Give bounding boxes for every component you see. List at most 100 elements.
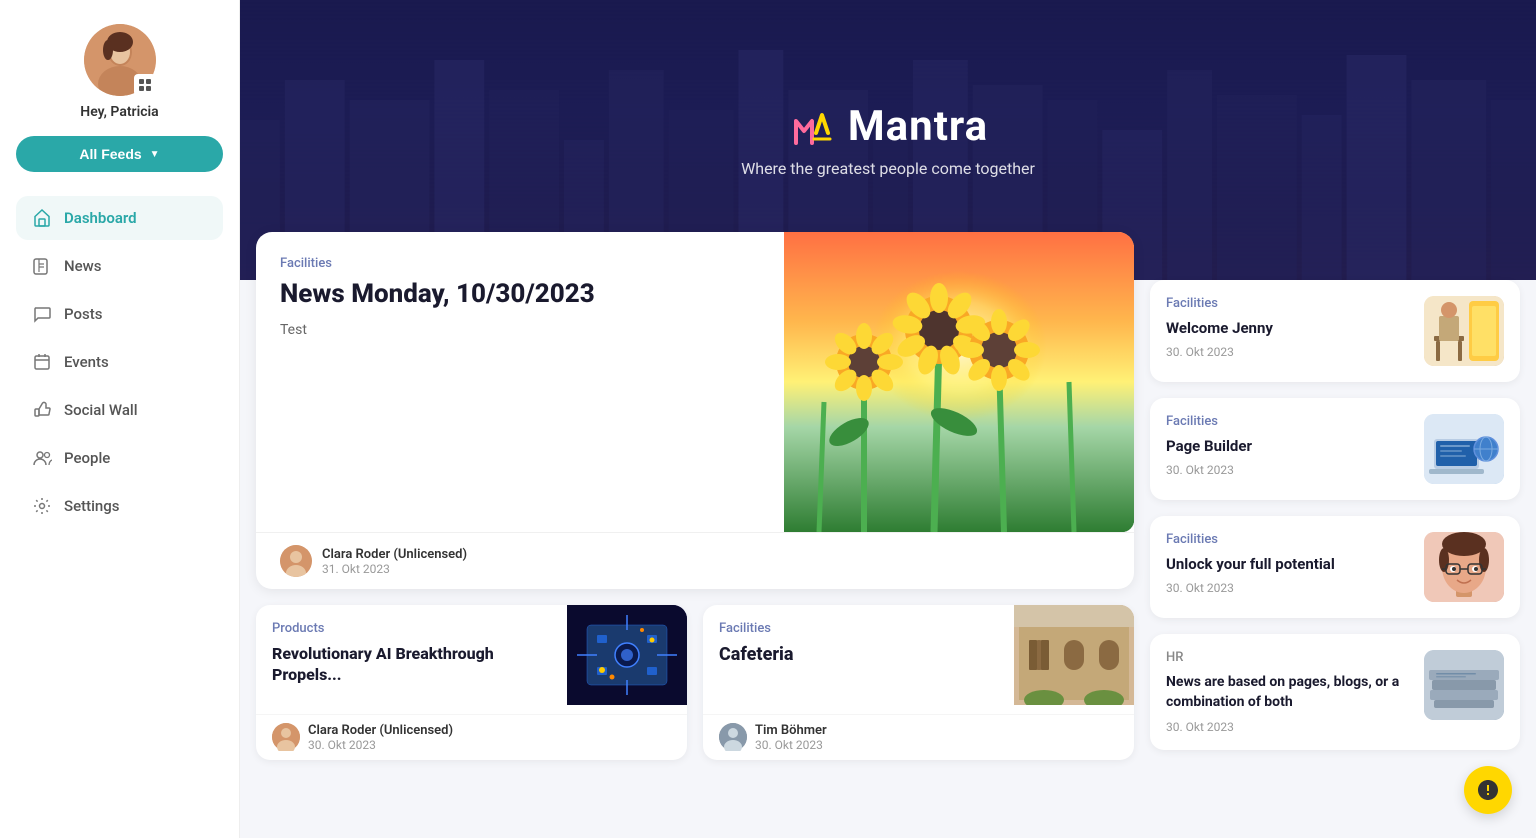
people-icon [32, 448, 52, 468]
side-card-potential-info: Facilities Unlock your full potential 30… [1166, 532, 1412, 595]
main-content: Mantra Where the greatest people come to… [240, 0, 1536, 838]
side-card-potential-date: 30. Okt 2023 [1166, 581, 1412, 595]
sidebar-item-news[interactable]: News [16, 244, 223, 288]
hero-subtitle: Where the greatest people come together [741, 159, 1035, 178]
featured-card-title: News Monday, 10/30/2023 [280, 279, 760, 310]
small-card-ai-image [567, 605, 687, 705]
side-card-potential-image [1424, 532, 1504, 602]
small-card-ai[interactable]: Products Revolutionary AI Breakthrough P… [256, 605, 687, 760]
featured-card-image [784, 232, 1134, 532]
side-card-pagebuilder-info: Facilities Page Builder 30. Okt 2023 [1166, 414, 1412, 477]
grid-icon[interactable] [134, 74, 156, 96]
small-card-cafeteria-category: Facilities [719, 621, 998, 636]
featured-author-name: Clara Roder (Unlicensed) [322, 547, 467, 562]
small-card-cafeteria-avatar [719, 723, 747, 751]
side-card-welcome-title: Welcome Jenny [1166, 319, 1412, 337]
sidebar-item-dashboard-label: Dashboard [64, 209, 137, 227]
hero-logo-row: Mantra [788, 102, 988, 151]
small-card-cafeteria-date: 30. Okt 2023 [755, 738, 827, 752]
small-card-ai-category: Products [272, 621, 551, 636]
featured-author-avatar [280, 545, 312, 577]
small-card-ai-avatar [272, 723, 300, 751]
chat-icon [32, 304, 52, 324]
sidebar-item-dashboard[interactable]: Dashboard [16, 196, 223, 240]
cafeteria-svg [1014, 605, 1134, 705]
side-card-pagebuilder-date: 30. Okt 2023 [1166, 463, 1412, 477]
small-card-ai-title: Revolutionary AI Breakthrough Propels... [272, 644, 551, 686]
featured-card-desc: Test [280, 322, 760, 338]
fab-button[interactable] [1464, 766, 1512, 814]
side-card-news[interactable]: HR News are based on pages, blogs, or a … [1150, 634, 1520, 750]
side-card-potential[interactable]: Facilities Unlock your full potential 30… [1150, 516, 1520, 618]
small-card-cafeteria-footer: Tim Böhmer 30. Okt 2023 [703, 714, 1134, 760]
featured-card-info: Facilities News Monday, 10/30/2023 Test [256, 232, 784, 532]
small-card-ai-content: Products Revolutionary AI Breakthrough P… [256, 605, 687, 714]
side-card-welcome-info: Facilities Welcome Jenny 30. Okt 2023 [1166, 296, 1412, 359]
sidebar-item-events[interactable]: Events [16, 340, 223, 384]
hero-content: Mantra Where the greatest people come to… [741, 102, 1035, 178]
side-card-news-title: News are based on pages, blogs, or a com… [1166, 673, 1412, 712]
thumbsup-icon [32, 400, 52, 420]
featured-card[interactable]: Facilities News Monday, 10/30/2023 Test [256, 232, 1134, 589]
hero-title: Mantra [848, 102, 988, 151]
welcome-svg [1424, 296, 1504, 366]
sidebar-item-posts[interactable]: Posts [16, 292, 223, 336]
sunflower-svg [784, 232, 1134, 532]
mantra-logo-icon [788, 103, 836, 151]
calendar-icon [32, 352, 52, 372]
small-card-cafeteria[interactable]: Facilities Cafeteria [703, 605, 1134, 760]
home-icon [32, 208, 52, 228]
side-card-welcome-date: 30. Okt 2023 [1166, 345, 1412, 359]
side-card-pagebuilder-category: Facilities [1166, 414, 1412, 429]
side-card-pagebuilder[interactable]: Facilities Page Builder 30. Okt 2023 [1150, 398, 1520, 500]
side-card-welcome[interactable]: Facilities Welcome Jenny 30. Okt 2023 [1150, 280, 1520, 382]
small-card-cafeteria-info: Facilities Cafeteria [703, 605, 1014, 714]
featured-author-date: 31. Okt 2023 [322, 562, 467, 576]
right-column: Facilities Welcome Jenny 30. Okt 2023 [1150, 232, 1520, 822]
side-card-potential-category: Facilities [1166, 532, 1412, 547]
small-card-ai-footer: Clara Roder (Unlicensed) 30. Okt 2023 [256, 714, 687, 760]
sidebar-item-social-wall[interactable]: Social Wall [16, 388, 223, 432]
side-card-welcome-image [1424, 296, 1504, 366]
book-icon [32, 256, 52, 276]
small-card-cafeteria-image [1014, 605, 1134, 705]
user-greeting: Hey, Patricia [80, 104, 158, 120]
sidebar-item-social-wall-label: Social Wall [64, 401, 138, 419]
side-card-pagebuilder-image [1424, 414, 1504, 484]
sidebar-item-events-label: Events [64, 353, 109, 371]
sidebar: Hey, Patricia All Feeds ▼ Dashboard News [0, 0, 240, 838]
side-card-welcome-category: Facilities [1166, 296, 1412, 311]
grid-icon-svg [138, 78, 152, 92]
featured-card-footer: Clara Roder (Unlicensed) 31. Okt 2023 [256, 532, 1134, 589]
side-card-pagebuilder-title: Page Builder [1166, 437, 1412, 455]
small-card-ai-author-info: Clara Roder (Unlicensed) 30. Okt 2023 [308, 723, 453, 752]
small-card-ai-author-name: Clara Roder (Unlicensed) [308, 723, 453, 738]
feeds-button[interactable]: All Feeds ▼ [16, 136, 223, 172]
side-card-news-date: 30. Okt 2023 [1166, 720, 1412, 734]
side-card-news-image [1424, 650, 1504, 720]
side-card-potential-title: Unlock your full potential [1166, 555, 1412, 573]
side-card-news-category: HR [1166, 650, 1412, 665]
sidebar-item-people[interactable]: People [16, 436, 223, 480]
feeds-button-label: All Feeds [79, 146, 141, 162]
small-card-ai-info: Products Revolutionary AI Breakthrough P… [256, 605, 567, 714]
featured-author-info: Clara Roder (Unlicensed) 31. Okt 2023 [322, 547, 467, 576]
small-cards-row: Products Revolutionary AI Breakthrough P… [256, 605, 1134, 760]
pagebuilder-svg [1424, 414, 1504, 484]
featured-card-top: Facilities News Monday, 10/30/2023 Test [256, 232, 1134, 532]
sidebar-item-settings[interactable]: Settings [16, 484, 223, 528]
chevron-down-icon: ▼ [150, 149, 160, 160]
small-card-cafeteria-author-info: Tim Böhmer 30. Okt 2023 [755, 723, 827, 752]
circuit-svg [567, 605, 687, 705]
gear-icon [32, 496, 52, 516]
featured-card-category: Facilities [280, 256, 760, 271]
left-column: Facilities News Monday, 10/30/2023 Test [256, 232, 1134, 822]
sidebar-item-people-label: People [64, 449, 110, 467]
small-card-ai-date: 30. Okt 2023 [308, 738, 453, 752]
sidebar-item-settings-label: Settings [64, 497, 120, 515]
small-card-cafeteria-author-name: Tim Böhmer [755, 723, 827, 738]
content-area: Facilities News Monday, 10/30/2023 Test [240, 232, 1536, 838]
sidebar-item-news-label: News [64, 257, 102, 275]
potential-svg [1424, 532, 1504, 602]
sidebar-item-posts-label: Posts [64, 305, 102, 323]
